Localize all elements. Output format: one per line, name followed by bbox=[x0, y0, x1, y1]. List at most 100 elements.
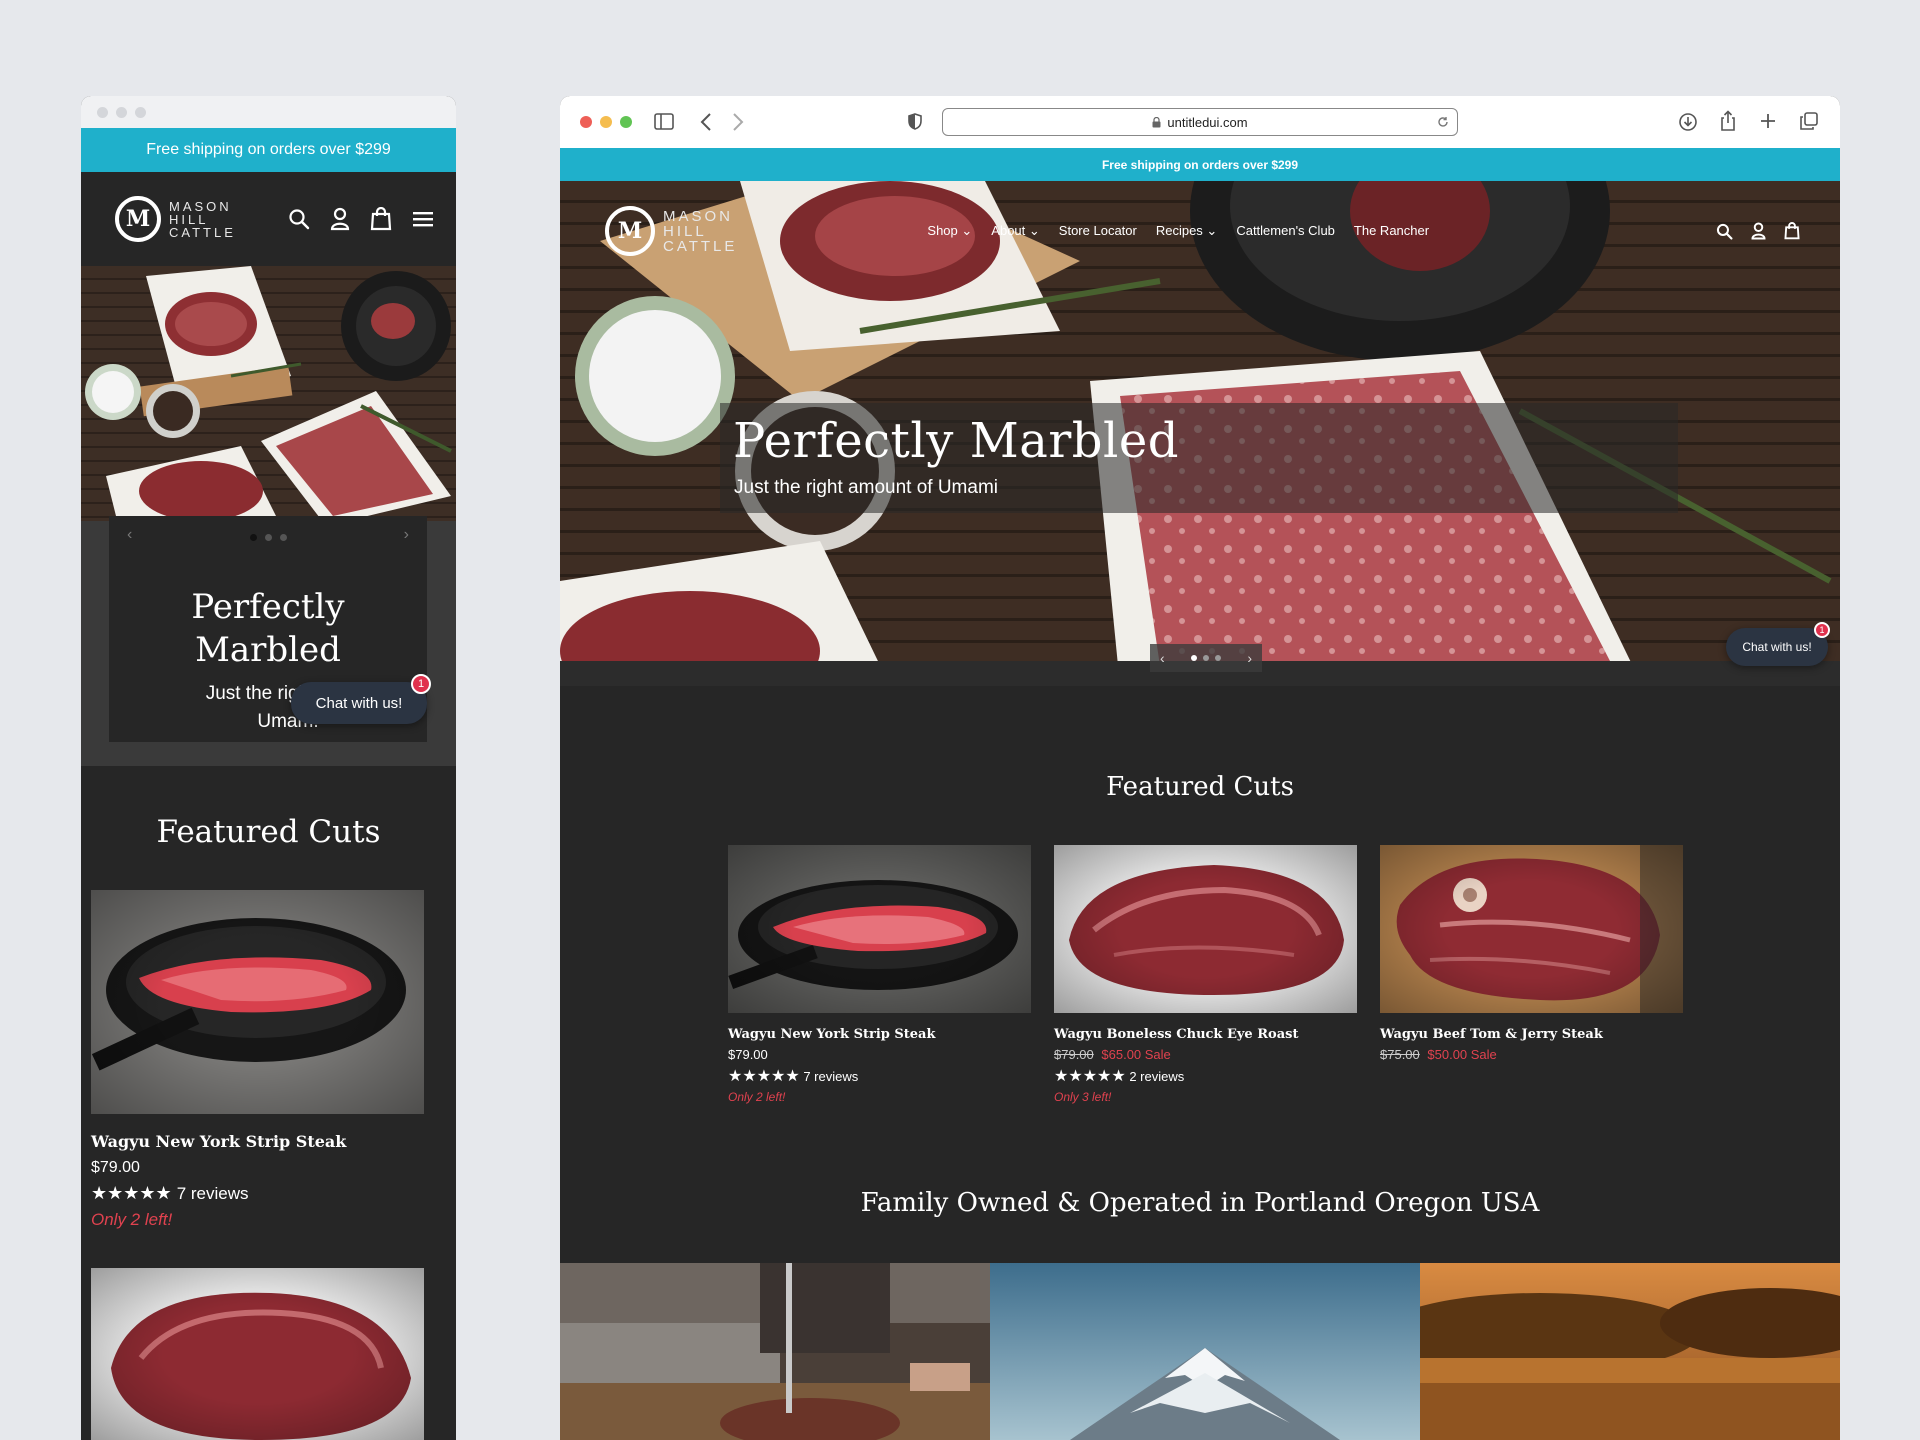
featured-title: Featured Cuts bbox=[156, 814, 381, 850]
review-count[interactable]: 2 reviews bbox=[1129, 1069, 1184, 1084]
rating-stars: ★★★★★ bbox=[1054, 1068, 1126, 1085]
nav-recipes[interactable]: Recipes ⌄ bbox=[1156, 223, 1217, 239]
forward-icon[interactable] bbox=[732, 112, 744, 132]
minimize-window-icon[interactable] bbox=[600, 116, 612, 128]
brand-logo[interactable]: M MASON HILL CATTLE bbox=[605, 206, 737, 256]
announcement-bar: Free shipping on orders over $299 bbox=[81, 128, 456, 172]
hero-subtitle: Just the right amount of Umami bbox=[734, 477, 998, 498]
hero-title: Perfectly Marbled bbox=[733, 413, 1179, 469]
product-price: $79.00 bbox=[728, 1047, 768, 1062]
new-tab-icon[interactable] bbox=[1760, 113, 1776, 129]
hero-caption: Perfectly Marbled Just the right amount … bbox=[720, 403, 1678, 513]
product-card[interactable]: Wagyu Boneless Chuck Eye Roast $79.00 $6… bbox=[1054, 845, 1357, 1104]
desktop-preview: untitledui.com Free shipping on orders o… bbox=[560, 96, 1840, 1440]
sidebar-toggle-icon[interactable] bbox=[654, 113, 674, 130]
slide-dot[interactable] bbox=[279, 534, 287, 541]
zoom-window-icon[interactable] bbox=[620, 116, 632, 128]
slideshow-controls: ‹ › bbox=[1150, 644, 1262, 672]
stock-notice: Only 2 left! bbox=[91, 1210, 173, 1229]
logo-monogram: M bbox=[115, 196, 161, 242]
slide-next-icon[interactable]: › bbox=[1247, 650, 1252, 666]
url-text: untitledui.com bbox=[1167, 114, 1248, 130]
stock-notice: Only 3 left! bbox=[1054, 1090, 1112, 1104]
compare-at-price: $75.00 bbox=[1380, 1047, 1420, 1062]
window-controls bbox=[580, 116, 632, 128]
nav-the-rancher[interactable]: The Rancher bbox=[1354, 223, 1429, 239]
product-name[interactable]: Wagyu Beef Tom & Jerry Steak bbox=[1380, 1027, 1683, 1042]
review-count[interactable]: 7 reviews bbox=[177, 1184, 249, 1203]
main-nav: Shop ⌄ About ⌄ Store Locator Recipes ⌄ C… bbox=[927, 223, 1429, 239]
product-name[interactable]: Wagyu New York Strip Steak bbox=[728, 1027, 1031, 1042]
privacy-shield-icon[interactable] bbox=[908, 113, 922, 130]
back-icon[interactable] bbox=[700, 112, 712, 132]
nav-store-locator[interactable]: Store Locator bbox=[1059, 223, 1137, 239]
window-dot bbox=[97, 106, 108, 118]
chat-label: Chat with us! bbox=[1742, 640, 1812, 654]
slide-dot[interactable] bbox=[249, 534, 257, 541]
slide-dot[interactable] bbox=[1203, 655, 1209, 661]
mobile-preview: Free shipping on orders over $299 M MASO… bbox=[81, 96, 456, 1440]
nav-shop[interactable]: Shop ⌄ bbox=[927, 223, 972, 239]
window-dot bbox=[135, 106, 146, 118]
product-image[interactable] bbox=[1380, 845, 1683, 1013]
product-rating: ★★★★★ 7 reviews bbox=[91, 1183, 346, 1204]
featured-title: Featured Cuts bbox=[1106, 772, 1294, 802]
slide-dot[interactable] bbox=[1215, 655, 1221, 661]
search-icon[interactable] bbox=[288, 208, 310, 230]
tab-overview-icon[interactable] bbox=[1800, 112, 1818, 130]
product-rating: ★★★★★ 7 reviews bbox=[728, 1066, 1031, 1086]
cart-icon[interactable] bbox=[370, 207, 392, 231]
rating-stars: ★★★★★ bbox=[728, 1068, 800, 1085]
nav-cattlemens-club[interactable]: Cattlemen's Club bbox=[1236, 223, 1335, 239]
slide-dot[interactable] bbox=[1191, 655, 1197, 661]
downloads-icon[interactable] bbox=[1678, 112, 1698, 132]
product-image[interactable] bbox=[1054, 845, 1357, 1013]
slide-prev-icon[interactable]: ‹ bbox=[1160, 650, 1165, 666]
product-image[interactable] bbox=[728, 845, 1031, 1013]
product-image[interactable] bbox=[91, 890, 424, 1114]
review-count[interactable]: 7 reviews bbox=[803, 1069, 858, 1084]
sale-price: $65.00 Sale bbox=[1101, 1047, 1171, 1062]
site-header: M MASON HILL CATTLE Shop ⌄ About ⌄ Store… bbox=[560, 181, 1840, 281]
cart-icon[interactable] bbox=[1784, 222, 1800, 240]
slide-dot[interactable] bbox=[264, 534, 272, 541]
account-icon[interactable] bbox=[1751, 222, 1766, 240]
search-icon[interactable] bbox=[1716, 222, 1733, 240]
share-icon[interactable] bbox=[1720, 110, 1736, 132]
family-owned-heading: Family Owned & Operated in Portland Oreg… bbox=[860, 1188, 1540, 1218]
reload-icon[interactable] bbox=[1437, 116, 1449, 128]
hero-title: Perfectly Marbled bbox=[191, 587, 345, 670]
close-window-icon[interactable] bbox=[580, 116, 592, 128]
logo-wordmark: MASON HILL CATTLE bbox=[169, 198, 236, 240]
address-bar[interactable]: untitledui.com bbox=[942, 108, 1458, 136]
product-name[interactable]: Wagyu Boneless Chuck Eye Roast bbox=[1054, 1027, 1357, 1042]
chat-label: Chat with us! bbox=[315, 694, 403, 712]
stock-notice: Only 2 left! bbox=[728, 1090, 786, 1104]
announcement-bar: Free shipping on orders over $299 bbox=[560, 148, 1840, 181]
mount-hood-image bbox=[990, 1263, 1420, 1440]
nav-about[interactable]: About ⌄ bbox=[991, 223, 1040, 239]
product-card[interactable]: Wagyu Beef Tom & Jerry Steak $75.00 $50.… bbox=[1380, 845, 1683, 1062]
slide-next-icon[interactable]: › bbox=[404, 526, 409, 544]
sale-price: $50.00 Sale bbox=[1427, 1047, 1497, 1062]
logo-monogram: M bbox=[605, 206, 655, 256]
mobile-header: M MASON HILL CATTLE bbox=[81, 172, 456, 266]
account-icon[interactable] bbox=[330, 207, 350, 231]
hamburger-menu-icon[interactable] bbox=[412, 210, 434, 228]
chat-button[interactable]: Chat with us! 1 bbox=[291, 674, 431, 724]
product-price: $79.00 bbox=[91, 1159, 140, 1176]
product-card[interactable]: Wagyu New York Strip Steak $79.00 ★★★★★ … bbox=[91, 1132, 346, 1230]
browser-toolbar: untitledui.com bbox=[560, 96, 1840, 148]
compare-at-price: $79.00 bbox=[1054, 1047, 1094, 1062]
product-rating: ★★★★★ 2 reviews bbox=[1054, 1066, 1357, 1086]
wheat-field-image bbox=[1420, 1263, 1840, 1440]
product-image[interactable] bbox=[91, 1268, 424, 1440]
product-price: $75.00 $50.00 Sale bbox=[1380, 1047, 1683, 1062]
chat-button[interactable]: Chat with us! 1 bbox=[1726, 622, 1830, 666]
brand-logo[interactable]: M MASON HILL CATTLE bbox=[115, 196, 236, 242]
product-card[interactable]: Wagyu New York Strip Steak $79.00 ★★★★★ … bbox=[728, 845, 1031, 1104]
product-price: $79.00 $65.00 Sale bbox=[1054, 1047, 1357, 1062]
window-dot bbox=[116, 106, 127, 118]
logo-wordmark: MASON HILL CATTLE bbox=[663, 207, 738, 255]
product-name[interactable]: Wagyu New York Strip Steak bbox=[91, 1132, 346, 1151]
